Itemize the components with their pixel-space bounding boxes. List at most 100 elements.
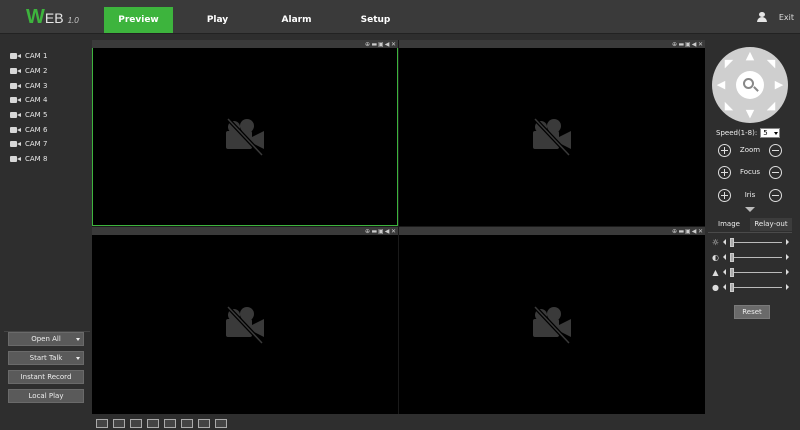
- snapshot-icon[interactable]: ▣: [685, 228, 691, 234]
- close-icon[interactable]: ✕: [391, 41, 396, 47]
- reset-button[interactable]: Reset: [734, 305, 770, 319]
- focus-in-button[interactable]: [718, 165, 731, 179]
- audio-icon[interactable]: ◀: [692, 228, 697, 234]
- ptz-left-arrow-icon[interactable]: ◀: [716, 79, 726, 90]
- camera-item-1[interactable]: CAM 1: [10, 49, 47, 64]
- ptz-down-right-arrow-icon[interactable]: ◢: [766, 100, 776, 111]
- no-camera-icon: [533, 117, 571, 157]
- ptz-control: ▲ ▼ ◀ ▶ ◤ ◥ ◣ ◢: [712, 47, 788, 123]
- snapshot-icon[interactable]: ▣: [685, 41, 691, 47]
- focus-label: Focus: [740, 168, 760, 176]
- zoom-icon[interactable]: ⊕: [365, 228, 370, 234]
- chevron-down-icon: [774, 132, 779, 135]
- layout-single-icon[interactable]: [164, 418, 176, 428]
- slider-handle[interactable]: [730, 237, 734, 247]
- camera-item-4[interactable]: CAM 4: [10, 93, 47, 108]
- hue-slider[interactable]: [730, 282, 782, 292]
- ptz-up-arrow-icon[interactable]: ▲: [745, 50, 755, 61]
- brightness-icon: ☼: [711, 237, 720, 247]
- open-all-button[interactable]: Open All: [8, 332, 84, 346]
- layout-fit-icon[interactable]: [130, 418, 142, 428]
- ptz-auto-scan-button[interactable]: [736, 71, 764, 99]
- brightness-slider[interactable]: [730, 237, 782, 247]
- zoom-icon[interactable]: ⊕: [672, 41, 677, 47]
- instant-record-button[interactable]: Instant Record: [8, 370, 84, 384]
- zoom-icon[interactable]: ⊕: [672, 228, 677, 234]
- iris-open-button[interactable]: [718, 188, 731, 202]
- tab-play[interactable]: Play: [183, 7, 252, 33]
- close-icon[interactable]: ✕: [698, 228, 703, 234]
- tab-preview[interactable]: Preview: [104, 7, 173, 33]
- close-icon[interactable]: ✕: [698, 41, 703, 47]
- layout-2x2-icon[interactable]: [113, 418, 125, 428]
- record-icon[interactable]: ▬: [679, 41, 685, 47]
- slider-handle[interactable]: [730, 282, 734, 292]
- decrease-arrow-icon[interactable]: [723, 239, 726, 245]
- audio-icon[interactable]: ◀: [692, 41, 697, 47]
- ptz-right-arrow-icon[interactable]: ▶: [774, 79, 784, 90]
- record-icon[interactable]: ▬: [679, 228, 685, 234]
- saturation-slider[interactable]: [730, 267, 782, 277]
- speed-label: Speed(1-8):: [716, 129, 758, 137]
- zoom-row: Zoom: [718, 143, 782, 157]
- tab-image[interactable]: Image: [708, 218, 750, 231]
- tab-setup[interactable]: Setup: [341, 7, 410, 33]
- decrease-arrow-icon[interactable]: [723, 269, 726, 275]
- ptz-up-right-arrow-icon[interactable]: ◥: [766, 58, 776, 69]
- exit-link[interactable]: Exit: [779, 13, 794, 22]
- ptz-down-left-arrow-icon[interactable]: ◣: [724, 100, 734, 111]
- layout-split-icon[interactable]: [198, 418, 210, 428]
- increase-arrow-icon[interactable]: [786, 254, 789, 260]
- camera-list: CAM 1 CAM 2 CAM 3 CAM 4 CAM 5 CAM 6 CAM …: [10, 49, 47, 167]
- slider-handle[interactable]: [730, 267, 734, 277]
- video-cell-3[interactable]: ⊕ ▬ ▣ ◀ ✕: [92, 227, 398, 414]
- camera-item-3[interactable]: CAM 3: [10, 78, 47, 93]
- close-icon[interactable]: ✕: [391, 228, 396, 234]
- layout-toolbar: [92, 416, 705, 430]
- video-cell-2[interactable]: ⊕ ▬ ▣ ◀ ✕: [399, 40, 705, 226]
- zoom-out-button[interactable]: [769, 143, 782, 157]
- start-talk-button[interactable]: Start Talk: [8, 351, 84, 365]
- expand-arrow-icon[interactable]: [745, 207, 755, 212]
- ptz-up-left-arrow-icon[interactable]: ◤: [724, 58, 734, 69]
- speed-select[interactable]: 5: [760, 128, 781, 138]
- focus-out-button[interactable]: [769, 165, 782, 179]
- camera-item-6[interactable]: CAM 6: [10, 122, 47, 137]
- snapshot-icon[interactable]: ▣: [378, 228, 384, 234]
- video-cell-1[interactable]: ⊕ ▬ ▣ ◀ ✕: [92, 40, 398, 226]
- video-cell-4[interactable]: ⊕ ▬ ▣ ◀ ✕: [399, 227, 705, 414]
- record-icon[interactable]: ▬: [372, 228, 378, 234]
- snapshot-icon[interactable]: ▣: [378, 41, 384, 47]
- decrease-arrow-icon[interactable]: [723, 254, 726, 260]
- camera-item-7[interactable]: CAM 7: [10, 137, 47, 152]
- record-icon[interactable]: ▬: [372, 41, 378, 47]
- iris-label: Iris: [744, 191, 756, 199]
- chevron-down-icon[interactable]: [76, 338, 80, 341]
- fullscreen-icon[interactable]: [215, 418, 227, 428]
- zoom-icon[interactable]: ⊕: [365, 41, 370, 47]
- iris-close-button[interactable]: [768, 188, 782, 202]
- tab-relay-out[interactable]: Relay-out: [750, 218, 792, 231]
- audio-icon[interactable]: ◀: [385, 41, 390, 47]
- chevron-down-icon[interactable]: [76, 357, 80, 360]
- camera-item-5[interactable]: CAM 5: [10, 108, 47, 123]
- local-play-button[interactable]: Local Play: [8, 389, 84, 403]
- layout-wide-icon[interactable]: [147, 418, 159, 428]
- right-panel: ▲ ▼ ◀ ▶ ◤ ◥ ◣ ◢ Speed(1-8): 5 Zoom Focus…: [706, 35, 800, 430]
- camera-icon: [10, 53, 21, 60]
- camera-item-2[interactable]: CAM 2: [10, 64, 47, 79]
- layout-1x1-icon[interactable]: [96, 418, 108, 428]
- camera-item-8[interactable]: CAM 8: [10, 152, 47, 167]
- audio-icon[interactable]: ◀: [385, 228, 390, 234]
- contrast-slider[interactable]: [730, 252, 782, 262]
- increase-arrow-icon[interactable]: [786, 284, 789, 290]
- decrease-arrow-icon[interactable]: [723, 284, 726, 290]
- image-tabs: Image Relay-out: [708, 218, 792, 231]
- tab-alarm[interactable]: Alarm: [262, 7, 331, 33]
- increase-arrow-icon[interactable]: [786, 269, 789, 275]
- ptz-down-arrow-icon[interactable]: ▼: [745, 108, 755, 119]
- layout-quad-icon[interactable]: [181, 418, 193, 428]
- slider-handle[interactable]: [730, 252, 734, 262]
- increase-arrow-icon[interactable]: [786, 239, 789, 245]
- zoom-in-button[interactable]: [718, 143, 731, 157]
